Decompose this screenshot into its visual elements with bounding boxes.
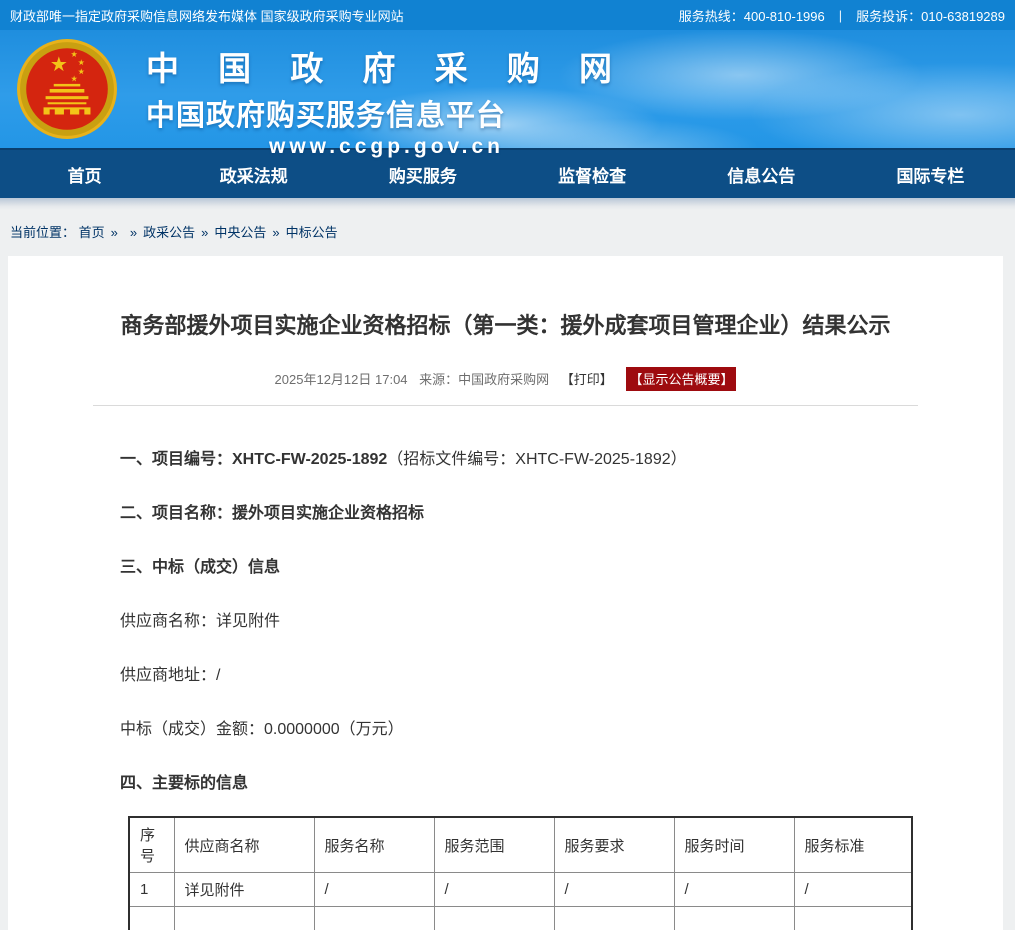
service-complaint: 服务投诉：010-63819289 [856,6,1005,25]
table-cell [794,907,912,930]
paragraph-regular-text: 供应商名称：详见附件 [120,613,280,630]
site-url: www.ccgp.gov.cn [146,135,627,159]
table-cell [129,907,174,930]
nav-item-0[interactable]: 首页 [0,150,169,198]
table-cell [174,907,314,930]
table-cell: / [314,873,434,907]
breadcrumb-separator: » [130,225,137,240]
article-paragraph-3: 供应商名称：详见附件 [120,612,918,632]
table-row [129,907,912,930]
table-cell [434,907,554,930]
publish-datetime: 2025年12月12日 17:04 [275,372,408,387]
paragraph-regular-text: 供应商地址：/ [120,667,220,684]
table-cell: / [794,873,912,907]
top-utility-bar: 财政部唯一指定政府采购信息网络发布媒体 国家级政府采购专业网站 服务热线：400… [0,0,1015,30]
site-subtitle: 中国政府购买服务信息平台 [146,92,627,134]
site-name: 中 国 政 府 采 购 网 [146,42,627,90]
table-header-cell: 服务范围 [434,817,554,873]
table-cell: 1 [129,873,174,907]
table-cell [314,907,434,930]
table-cell: / [434,873,554,907]
table-cell [554,907,674,930]
site-masthead: 中 国 政 府 采 购 网 中国政府购买服务信息平台 www.ccgp.gov.… [0,30,1015,148]
site-logo[interactable]: 中 国 政 府 采 购 网 中国政府购买服务信息平台 www.ccgp.gov.… [146,42,627,159]
paragraph-bold-text: 一、项目编号：XHTC-FW-2025-1892 [120,451,387,468]
article-paragraph-5: 中标（成交）金额：0.0000000（万元） [120,720,918,740]
service-hotline: 服务热线：400-810-1996 [679,6,825,25]
table-header-row: 序号供应商名称服务名称服务范围服务要求服务时间服务标准 [129,817,912,873]
topbar-separator: | [839,8,842,23]
article-panel: 商务部援外项目实施企业资格招标（第一类：援外成套项目管理企业）结果公示 2025… [8,256,1003,930]
breadcrumb-separator: » [272,225,279,240]
breadcrumb-separator: » [111,225,118,240]
table-header-cell: 服务标准 [794,817,912,873]
china-national-emblem-icon[interactable] [16,38,118,140]
table-row: 1详见附件///// [129,873,912,907]
article-paragraph-4: 供应商地址：/ [120,666,918,686]
breadcrumb: 当前位置： 首页 » » 政采公告 » 中央公告 » 中标公告 [0,210,1015,256]
table-header-cell: 服务名称 [314,817,434,873]
article-source: 来源：中国政府采购网 [419,372,549,387]
site-slogan: 财政部唯一指定政府采购信息网络发布媒体 国家级政府采购专业网站 [10,6,404,25]
meta-divider [93,405,918,406]
article-paragraph-2: 三、中标（成交）信息 [120,558,918,578]
table-header-cell: 服务要求 [554,817,674,873]
paragraph-bold-text: 二、项目名称：援外项目实施企业资格招标 [120,505,424,522]
paragraph-regular-text: 中标（成交）金额：0.0000000（万元） [120,721,404,738]
breadcrumb-link-0[interactable]: 首页 [79,225,105,240]
table-header-cell: 服务时间 [674,817,794,873]
paragraph-regular-text: （招标文件编号：XHTC-FW-2025-1892） [387,451,686,468]
article-meta: 2025年12月12日 17:04 来源：中国政府采购网 【打印】 【显示公告概… [8,367,1003,391]
breadcrumb-link-3[interactable]: 中标公告 [286,225,338,240]
table-cell [674,907,794,930]
nav-shadow-strip [0,198,1015,210]
breadcrumb-link-1[interactable]: 政采公告 [143,225,195,240]
show-summary-button[interactable]: 【显示公告概要】 [626,367,736,391]
paragraph-bold-text: 三、中标（成交）信息 [120,559,280,576]
nav-item-4[interactable]: 信息公告 [677,150,846,198]
table-header-cell: 供应商名称 [174,817,314,873]
paragraph-bold-text: 四、主要标的信息 [120,775,248,792]
page-title: 商务部援外项目实施企业资格招标（第一类：援外成套项目管理企业）结果公示 [8,308,1003,340]
article-paragraph-0: 一、项目编号：XHTC-FW-2025-1892（招标文件编号：XHTC-FW-… [120,450,918,470]
bid-result-table: 序号供应商名称服务名称服务范围服务要求服务时间服务标准1详见附件///// [128,816,913,930]
table-header-cell: 序号 [129,817,174,873]
table-cell: / [554,873,674,907]
article-paragraph-6: 四、主要标的信息 [120,774,918,794]
table-cell: / [674,873,794,907]
breadcrumb-separator: » [201,225,208,240]
nav-item-5[interactable]: 国际专栏 [846,150,1015,198]
print-button[interactable]: 【打印】 [561,372,613,387]
breadcrumb-link-2[interactable]: 中央公告 [214,225,266,240]
article-body: 一、项目编号：XHTC-FW-2025-1892（招标文件编号：XHTC-FW-… [8,450,1003,794]
article-paragraph-1: 二、项目名称：援外项目实施企业资格招标 [120,504,918,524]
breadcrumb-label: 当前位置： [10,225,75,240]
table-cell: 详见附件 [174,873,314,907]
